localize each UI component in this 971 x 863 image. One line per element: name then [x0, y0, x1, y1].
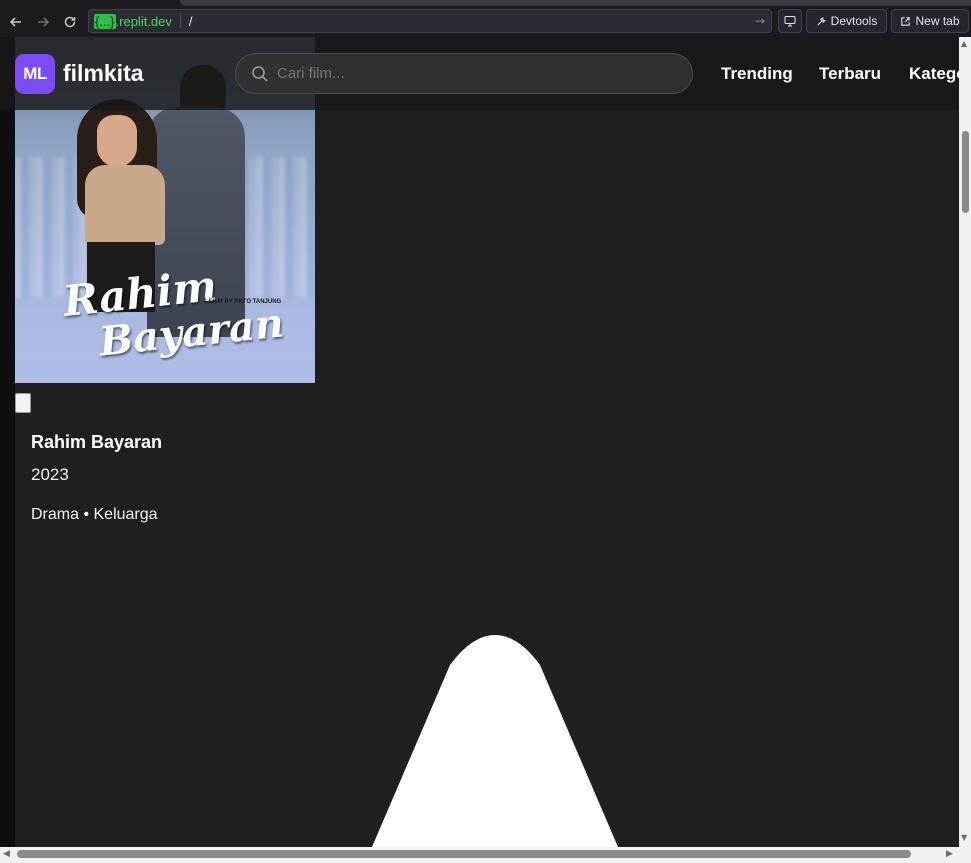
- poster-woman-face: [97, 115, 137, 167]
- url-host-domain: .replit.dev: [115, 13, 172, 29]
- logo-text[interactable]: filmkita: [63, 60, 144, 87]
- vertical-scroll-thumb[interactable]: [962, 131, 969, 213]
- poster-woman-top: [85, 165, 165, 245]
- horizontal-scrollbar[interactable]: ◀ ▶: [0, 847, 971, 863]
- arrow-right-icon: [38, 16, 50, 27]
- arrow-left-icon: [9, 16, 21, 27]
- search-icon: [252, 65, 268, 82]
- url-host-prefix: {...}: [94, 13, 116, 29]
- monitor-icon: [784, 16, 796, 27]
- page-viewport: Rahim Bayaran A FILM BY ANTO TANJUNG Rah…: [0, 37, 959, 847]
- devtools-button[interactable]: Devtools: [806, 9, 887, 33]
- forward-button[interactable]: [32, 11, 54, 33]
- back-button[interactable]: [5, 11, 27, 33]
- movie-title[interactable]: Rahim Bayaran: [31, 432, 162, 453]
- new-tab-button[interactable]: New tab: [891, 9, 969, 33]
- placeholder-shape: [372, 635, 618, 847]
- search-bar[interactable]: [235, 53, 693, 94]
- browser-toolbar: {...} .replit.dev / → Devtools New tab: [0, 6, 971, 37]
- screen-button[interactable]: [778, 9, 802, 33]
- new-tab-label: New tab: [915, 14, 960, 28]
- go-arrow-icon[interactable]: →: [755, 14, 765, 28]
- movie-genres: Drama • Keluarga: [31, 506, 158, 523]
- url-path: /: [188, 13, 193, 29]
- nav-trending[interactable]: Trending: [721, 64, 793, 84]
- select-checkbox[interactable]: [15, 393, 31, 413]
- url-separator: [179, 14, 181, 28]
- search-input[interactable]: [275, 64, 692, 83]
- scroll-down-icon[interactable]: ▼: [961, 833, 967, 842]
- url-bar[interactable]: {...} .replit.dev / →: [88, 9, 772, 33]
- reload-button[interactable]: [59, 11, 81, 33]
- scroll-left-icon[interactable]: ◀: [3, 849, 10, 859]
- devtools-label: Devtools: [830, 14, 878, 28]
- url-host: {...} .replit.dev: [89, 13, 172, 29]
- nav-terbaru[interactable]: Terbaru: [819, 64, 881, 84]
- movie-year: 2023: [31, 465, 69, 484]
- logo-badge[interactable]: ML: [15, 54, 55, 94]
- poster-credit: A FILM BY ANTO TANJUNG: [203, 299, 282, 305]
- scroll-up-icon[interactable]: ▲: [961, 39, 967, 48]
- vertical-scrollbar[interactable]: ▲ ▼: [959, 37, 971, 847]
- scroll-right-icon[interactable]: ▶: [946, 849, 953, 859]
- nav-kategori[interactable]: Kategori: [909, 64, 959, 84]
- reload-icon: [64, 16, 76, 27]
- horizontal-scroll-thumb[interactable]: [17, 850, 911, 858]
- external-link-icon: [901, 16, 911, 26]
- wrench-icon: [817, 17, 826, 26]
- site-header: ML filmkita Trending Terbaru Kategori: [0, 37, 959, 110]
